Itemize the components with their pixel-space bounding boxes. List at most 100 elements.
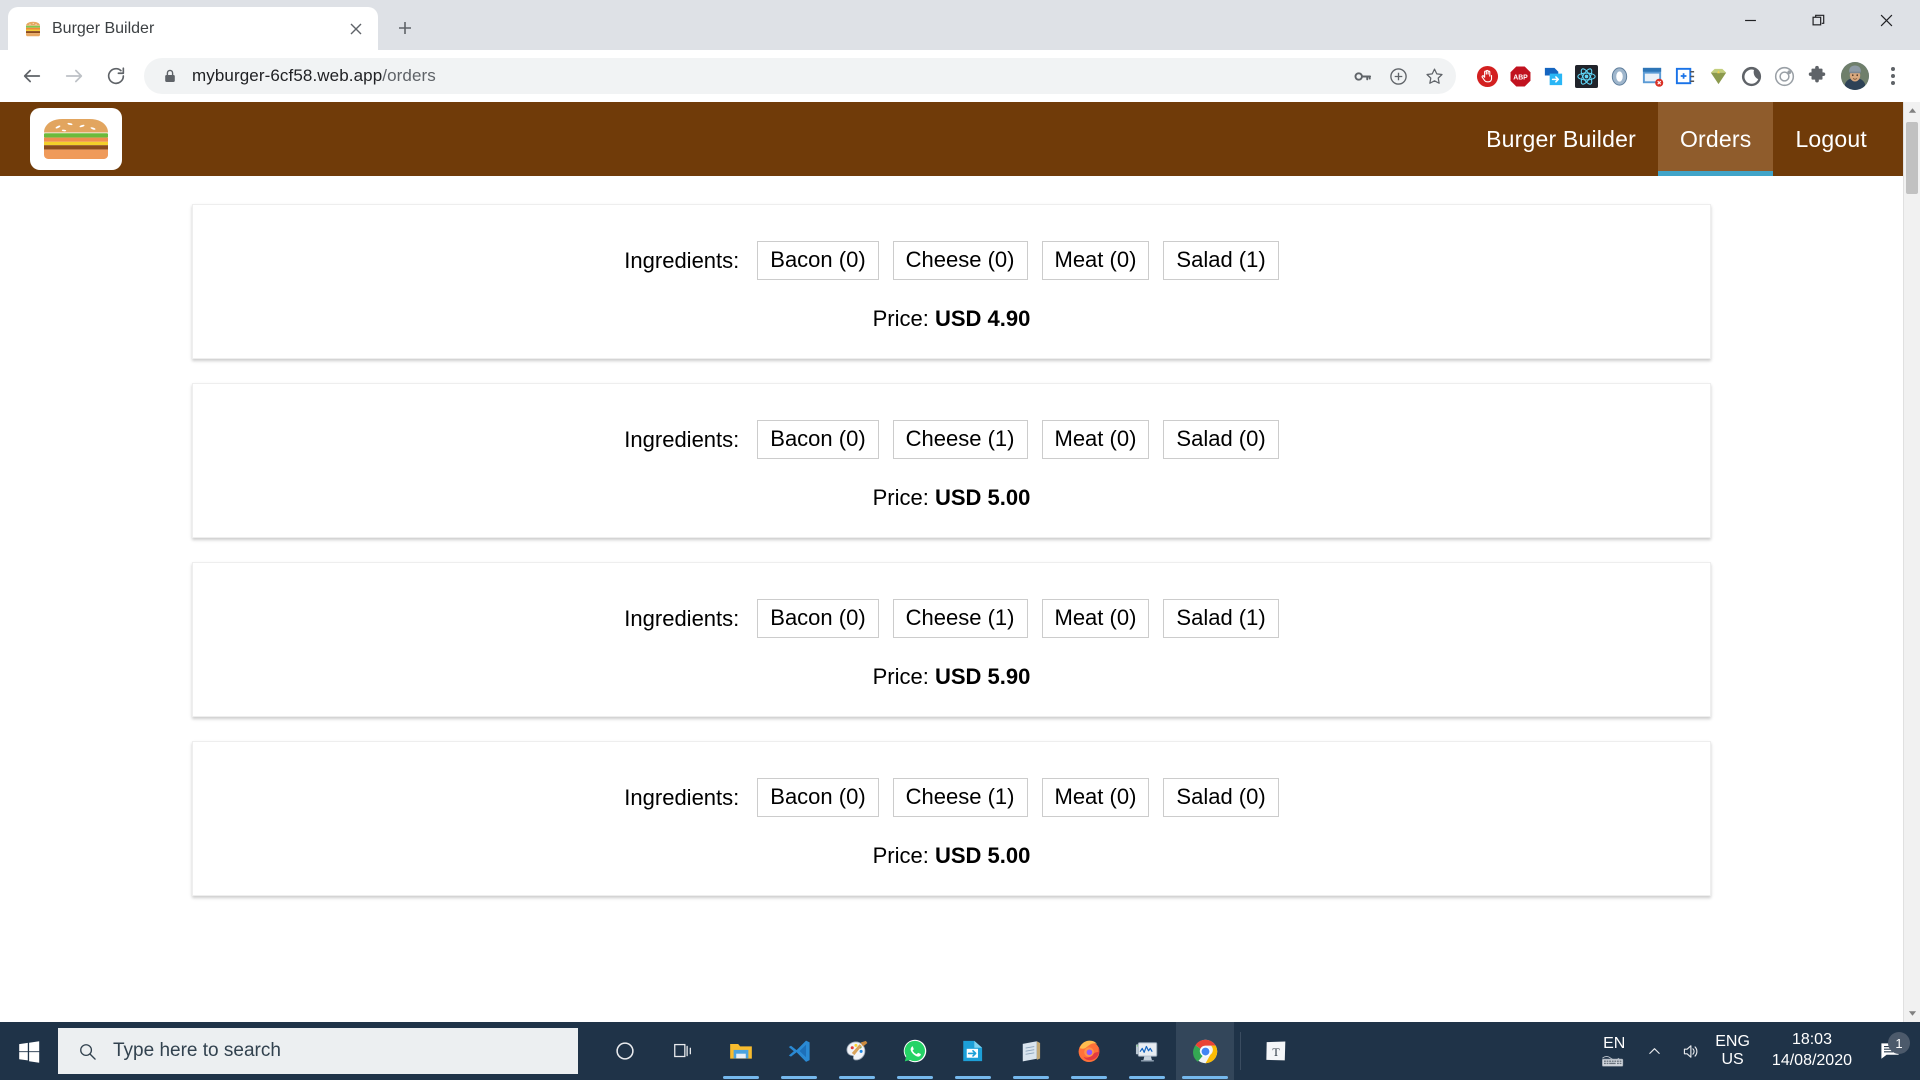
nav-item-logout[interactable]: Logout <box>1773 102 1903 176</box>
task-view-icon[interactable] <box>654 1022 712 1080</box>
ingredients-label: Ingredients: <box>624 247 740 273</box>
ingredient-chip: Bacon (0) <box>757 599 879 638</box>
extensions-bar: ABP <box>1466 61 1908 91</box>
lock-icon <box>162 68 178 84</box>
ingredient-chip: Cheese (1) <box>892 420 1028 459</box>
vscode-icon[interactable] <box>770 1022 828 1080</box>
text-app-icon[interactable]: T <box>1247 1022 1305 1080</box>
ingredients-row: Ingredients: Bacon (0) Cheese (0) Meat (… <box>205 241 1698 280</box>
whatsapp-icon[interactable] <box>886 1022 944 1080</box>
order-card: Ingredients: Bacon (0) Cheese (1) Meat (… <box>192 741 1711 896</box>
browser-toolbar: myburger-6cf58.web.app/orders ABP <box>0 50 1920 102</box>
close-icon[interactable] <box>1852 0 1920 40</box>
firefox-icon[interactable] <box>1060 1022 1118 1080</box>
order-price: Price: USD 4.90 <box>205 306 1698 332</box>
burger-icon <box>24 20 42 38</box>
clock-time: 18:03 <box>1791 1031 1832 1049</box>
nav-item-burger-builder[interactable]: Burger Builder <box>1464 102 1658 176</box>
ime-indicator[interactable]: ENG US <box>1709 1033 1756 1069</box>
svg-text:T: T <box>1272 1045 1280 1059</box>
taskbar-apps: T <box>596 1022 1305 1080</box>
puzzle-extensions-icon[interactable] <box>1802 61 1832 91</box>
ime-language: ENG <box>1715 1033 1750 1050</box>
ingredient-chip: Salad (1) <box>1163 241 1279 280</box>
ime-region: US <box>1721 1051 1744 1068</box>
blue-droplet-icon[interactable] <box>1604 61 1634 91</box>
export-document-icon[interactable] <box>944 1022 1002 1080</box>
reload-icon[interactable] <box>96 56 136 96</box>
close-icon[interactable] <box>344 17 368 41</box>
omnibox-actions <box>1346 60 1450 92</box>
avatar[interactable] <box>1841 62 1869 90</box>
ingredient-chip: Bacon (0) <box>757 778 879 817</box>
chevron-up-icon[interactable] <box>1637 1044 1671 1059</box>
ingredient-chip: Cheese (1) <box>892 599 1028 638</box>
ublock-origin-icon[interactable] <box>1472 61 1502 91</box>
price-label: Price: <box>872 485 929 510</box>
cortana-icon[interactable] <box>596 1022 654 1080</box>
paint-icon[interactable] <box>828 1022 886 1080</box>
ingredient-chip: Cheese (1) <box>892 778 1028 817</box>
chrome-icon[interactable] <box>1176 1022 1234 1080</box>
price-label: Price: <box>872 664 929 689</box>
windows-start-icon[interactable] <box>0 1022 58 1080</box>
order-price: Price: USD 5.90 <box>205 664 1698 690</box>
three-dot-menu-icon[interactable] <box>1878 61 1908 91</box>
grid-layout-icon[interactable] <box>1670 61 1700 91</box>
speaker-icon[interactable] <box>1673 1042 1707 1061</box>
address-bar-url: myburger-6cf58.web.app/orders <box>192 66 1346 86</box>
file-explorer-icon[interactable] <box>712 1022 770 1080</box>
order-price: Price: USD 5.00 <box>205 485 1698 511</box>
search-input[interactable]: Type here to search <box>58 1028 578 1074</box>
restore-icon[interactable] <box>1784 0 1852 40</box>
ingredients-label: Ingredients: <box>624 784 740 810</box>
ingredient-chip: Bacon (0) <box>757 241 879 280</box>
adblock-plus-icon[interactable]: ABP <box>1505 61 1535 91</box>
order-card: Ingredients: Bacon (0) Cheese (1) Meat (… <box>192 383 1711 538</box>
address-bar[interactable]: myburger-6cf58.web.app/orders <box>144 58 1456 94</box>
ingredients-row: Ingredients: Bacon (0) Cheese (1) Meat (… <box>205 778 1698 817</box>
target-circle-icon[interactable] <box>1769 61 1799 91</box>
notification-icon[interactable]: 1 <box>1868 1032 1912 1062</box>
price-value: USD 5.00 <box>934 843 1031 868</box>
ingredients-row: Ingredients: Bacon (0) Cheese (1) Meat (… <box>205 420 1698 459</box>
price-label: Price: <box>872 843 929 868</box>
bookmark-star-icon[interactable] <box>1418 60 1450 92</box>
language-indicator[interactable]: EN <box>1593 1035 1635 1067</box>
browser-tab[interactable]: Burger Builder <box>8 7 378 50</box>
order-card: Ingredients: Bacon (0) Cheese (1) Meat (… <box>192 562 1711 717</box>
orders-list: Ingredients: Bacon (0) Cheese (0) Meat (… <box>0 176 1903 896</box>
scrollbar-thumb[interactable] <box>1906 122 1918 194</box>
svg-text:ABP: ABP <box>1513 74 1528 81</box>
ingredient-chip: Meat (0) <box>1041 241 1150 280</box>
page-content: Burger Builder Orders Logout Ingredients… <box>0 102 1903 1022</box>
task-manager-icon[interactable] <box>1118 1022 1176 1080</box>
minimize-icon[interactable] <box>1716 0 1784 40</box>
dark-mode-moon-icon[interactable] <box>1736 61 1766 91</box>
green-diamond-icon[interactable] <box>1703 61 1733 91</box>
taskbar: Type here to search T EN ENG US 18:03 14… <box>0 1022 1920 1080</box>
install-app-icon[interactable] <box>1382 60 1414 92</box>
scroll-down-arrow-icon[interactable] <box>1904 1005 1920 1022</box>
password-key-icon[interactable] <box>1346 60 1378 92</box>
ingredient-chip: Meat (0) <box>1041 420 1150 459</box>
page-scrollbar[interactable] <box>1903 102 1920 1022</box>
burger-logo[interactable] <box>30 108 122 170</box>
price-value: USD 5.00 <box>934 485 1031 510</box>
forward-icon[interactable] <box>54 56 94 96</box>
react-devtools-icon[interactable] <box>1571 61 1601 91</box>
search-icon <box>80 1043 96 1060</box>
ingredient-chip: Meat (0) <box>1041 599 1150 638</box>
clock[interactable]: 18:03 14/08/2020 <box>1758 1030 1866 1072</box>
blue-document-arrow-icon[interactable] <box>1538 61 1568 91</box>
notepad-icon[interactable] <box>1002 1022 1060 1080</box>
new-tab-button[interactable] <box>388 11 422 45</box>
system-tray: EN ENG US 18:03 14/08/2020 1 <box>1593 1022 1920 1080</box>
window-block-icon[interactable] <box>1637 61 1667 91</box>
scroll-up-arrow-icon[interactable] <box>1904 102 1920 119</box>
back-icon[interactable] <box>12 56 52 96</box>
tab-title: Burger Builder <box>52 19 155 37</box>
url-host: myburger-6cf58.web.app <box>192 66 383 85</box>
ingredient-chip: Salad (0) <box>1163 778 1279 817</box>
nav-item-orders[interactable]: Orders <box>1657 102 1774 176</box>
